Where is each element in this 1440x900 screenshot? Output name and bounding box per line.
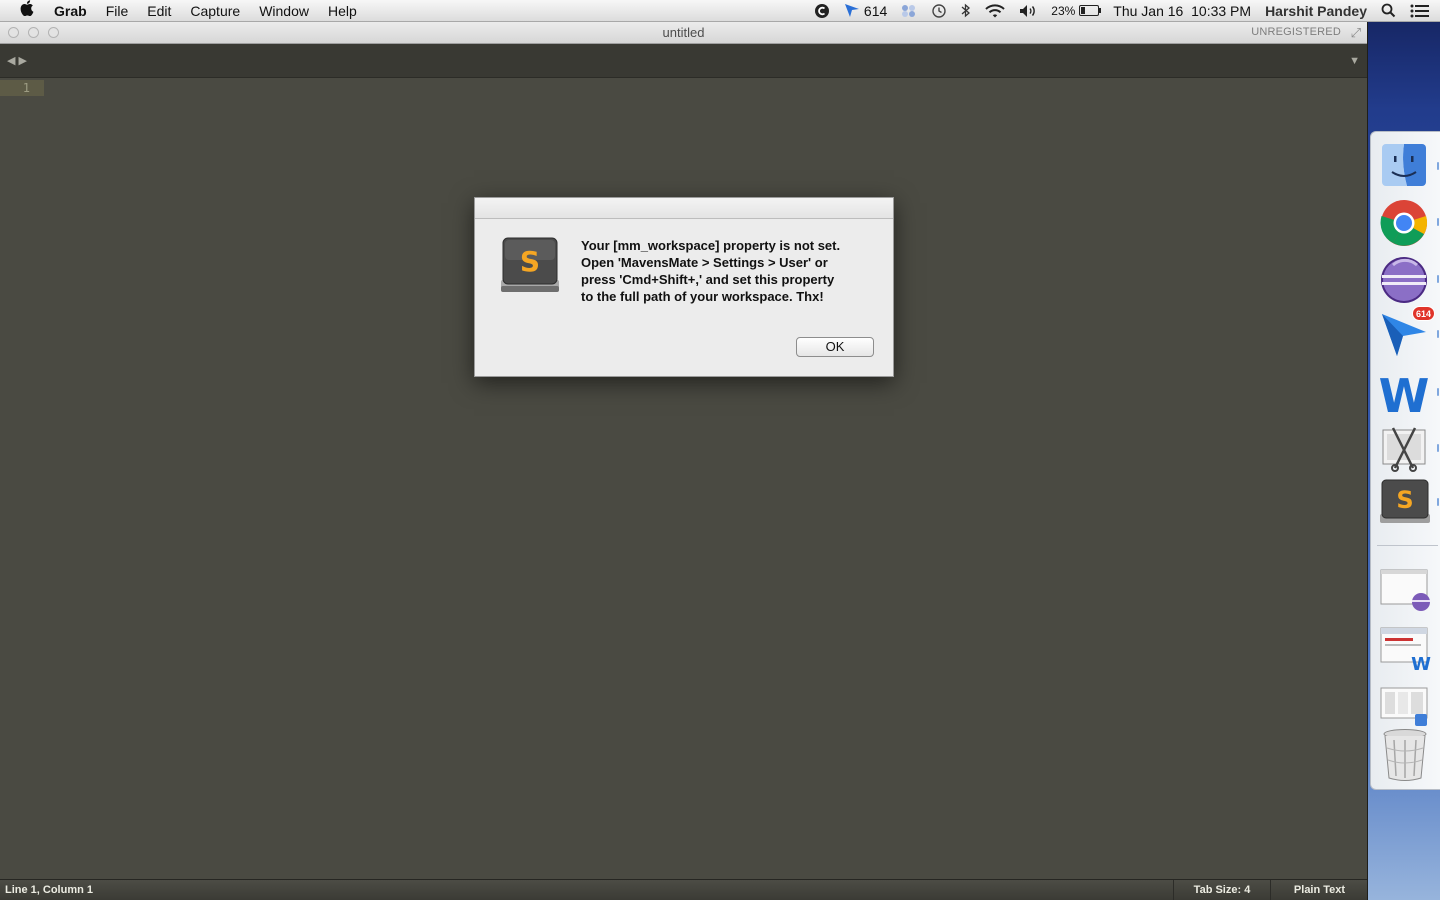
sublime-text-icon: S bbox=[499, 236, 561, 296]
unregistered-label: UNREGISTERED bbox=[1251, 26, 1341, 38]
svg-text:S: S bbox=[520, 245, 540, 278]
minimized-window-icon: W bbox=[1380, 627, 1431, 675]
user-name[interactable]: Harshit Pandey bbox=[1265, 3, 1367, 19]
svg-text:W: W bbox=[1411, 654, 1431, 672]
dialog-titlebar bbox=[475, 198, 893, 219]
dock: 614 W S W bbox=[1370, 131, 1440, 790]
status-bar: Line 1, Column 1 Tab Size: 4 Plain Text bbox=[0, 879, 1367, 900]
spotlight-icon[interactable] bbox=[1381, 3, 1396, 18]
dropbox-icon[interactable] bbox=[901, 4, 917, 18]
line-number: 1 bbox=[22, 81, 30, 95]
tab-nav-arrows-icon[interactable]: ◀▶ bbox=[7, 54, 30, 67]
menu-bar: Grab File Edit Capture Window Help 614 2… bbox=[0, 0, 1440, 22]
grab-icon bbox=[1382, 427, 1426, 472]
sparrow-badge: 614 bbox=[1411, 306, 1435, 321]
dock-minimized-eclipse-window[interactable] bbox=[1379, 566, 1431, 614]
menu-extras: 614 23% Thu Jan 16 10:33 PM Harshit Pand… bbox=[814, 0, 1440, 21]
trash-icon bbox=[1383, 729, 1427, 781]
menu-edit[interactable]: Edit bbox=[147, 3, 171, 19]
clock[interactable]: Thu Jan 16 10:33 PM bbox=[1113, 3, 1251, 19]
menu-window[interactable]: Window bbox=[259, 3, 309, 19]
dock-minimized-word-window[interactable]: W bbox=[1379, 624, 1431, 675]
dialog-message: Your [mm_workspace] property is not set.… bbox=[581, 237, 881, 305]
menu-help[interactable]: Help bbox=[328, 3, 357, 19]
running-indicator bbox=[1437, 388, 1439, 396]
menu-extra-c-icon[interactable] bbox=[814, 3, 830, 19]
minimized-window-icon bbox=[1380, 569, 1430, 611]
bluetooth-icon[interactable] bbox=[961, 3, 971, 18]
syntax-selector[interactable]: Plain Text bbox=[1270, 880, 1368, 900]
cursor-position: Line 1, Column 1 bbox=[5, 884, 94, 896]
battery-percent: 23% bbox=[1051, 3, 1076, 18]
dialog-message-line: to the full path of your workspace. Thx! bbox=[581, 289, 824, 304]
time-machine-icon[interactable] bbox=[931, 3, 947, 19]
minimized-window-icon bbox=[1380, 687, 1428, 726]
dock-minimized-finder-window[interactable] bbox=[1379, 682, 1431, 730]
sublime-window: untitled UNREGISTERED ⤢ ◀▶ ▼ 1 Line 1, C… bbox=[0, 22, 1368, 900]
dialog-message-line: Your [mm_workspace] property is not set. bbox=[581, 238, 841, 253]
svg-text:W: W bbox=[1379, 369, 1429, 418]
finder-icon bbox=[1382, 144, 1426, 186]
chrome-icon bbox=[1380, 200, 1427, 246]
sparrow-icon bbox=[844, 4, 859, 17]
dock-item-chrome[interactable] bbox=[1379, 198, 1439, 246]
dock-item-word[interactable]: W bbox=[1379, 368, 1439, 423]
menu-file[interactable]: File bbox=[106, 3, 129, 19]
battery-icon bbox=[1079, 5, 1102, 16]
eclipse-icon bbox=[1381, 257, 1427, 303]
dock-item-sparrow[interactable]: 614 bbox=[1379, 306, 1439, 358]
notification-center-icon[interactable] bbox=[1410, 4, 1430, 18]
tab-bar: ◀▶ ▼ bbox=[0, 44, 1367, 78]
svg-text:S: S bbox=[1396, 486, 1413, 514]
sparrow-status-item[interactable]: 614 bbox=[844, 3, 887, 19]
fullscreen-icon[interactable]: ⤢ bbox=[1351, 25, 1361, 41]
running-indicator bbox=[1437, 444, 1439, 452]
wifi-icon[interactable] bbox=[985, 3, 1005, 18]
dock-item-finder[interactable] bbox=[1379, 142, 1439, 190]
alert-dialog: S Your [mm_workspace] property is not se… bbox=[474, 197, 894, 377]
dock-separator bbox=[1377, 545, 1438, 546]
running-indicator bbox=[1437, 330, 1439, 338]
dock-item-sublime[interactable]: S bbox=[1379, 478, 1439, 526]
dialog-message-line: Open 'MavensMate > Settings > User' or bbox=[581, 255, 828, 270]
window-title: untitled bbox=[662, 25, 705, 40]
ok-button[interactable]: OK bbox=[796, 337, 874, 357]
dock-item-grab[interactable] bbox=[1379, 424, 1439, 472]
menu-capture[interactable]: Capture bbox=[190, 3, 240, 19]
sublime-icon: S bbox=[1380, 479, 1430, 523]
word-icon: W bbox=[1379, 369, 1430, 423]
dialog-message-line: press 'Cmd+Shift+,' and set this propert… bbox=[581, 272, 835, 287]
menu-grab[interactable]: Grab bbox=[54, 3, 87, 19]
running-indicator bbox=[1437, 162, 1439, 170]
dock-item-trash[interactable] bbox=[1379, 728, 1431, 781]
volume-icon[interactable] bbox=[1019, 4, 1037, 18]
running-indicator bbox=[1437, 498, 1439, 506]
dock-item-eclipse[interactable] bbox=[1379, 255, 1439, 303]
battery-status[interactable]: 23% bbox=[1051, 3, 1102, 18]
running-indicator bbox=[1437, 275, 1439, 283]
apple-icon[interactable] bbox=[18, 0, 36, 21]
tab-menu-chevron-icon[interactable]: ▼ bbox=[1349, 55, 1360, 67]
tab-size-selector[interactable]: Tab Size: 4 bbox=[1173, 880, 1270, 900]
window-titlebar[interactable]: untitled UNREGISTERED ⤢ bbox=[0, 22, 1367, 44]
running-indicator bbox=[1437, 218, 1439, 226]
sparrow-count: 614 bbox=[863, 2, 888, 19]
